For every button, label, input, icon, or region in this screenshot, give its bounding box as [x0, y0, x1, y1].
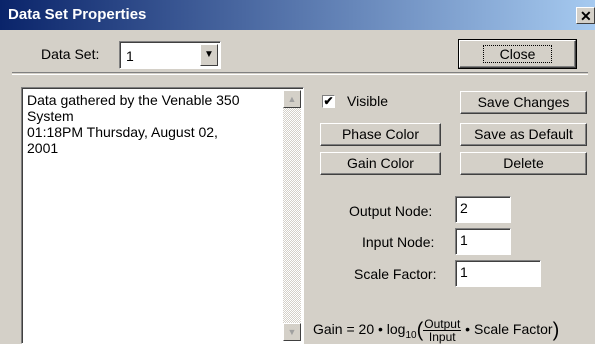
- data-set-dropdown[interactable]: 1 ▼: [119, 41, 221, 69]
- phase-color-button[interactable]: Phase Color: [320, 123, 441, 146]
- scale-factor-input[interactable]: 1: [455, 260, 541, 287]
- dialog-window: Data Set Properties ✕ Data Set: 1 ▼ Clos…: [0, 0, 595, 344]
- scroll-up-icon[interactable]: ▲: [283, 90, 301, 108]
- formula-denominator: Input: [428, 330, 456, 344]
- formula-close-paren: ): [552, 319, 560, 342]
- description-line: System: [27, 108, 74, 124]
- separator: [12, 72, 588, 75]
- input-node-label: Input Node:: [362, 234, 435, 250]
- data-set-label: Data Set:: [41, 46, 100, 62]
- formula-open-paren: (: [416, 319, 424, 342]
- visible-checkbox[interactable]: ✔: [322, 95, 335, 108]
- gain-color-button[interactable]: Gain Color: [320, 152, 441, 175]
- data-set-value: 1: [126, 48, 134, 64]
- output-node-label: Output Node:: [349, 203, 433, 219]
- close-icon[interactable]: ✕: [576, 7, 595, 24]
- delete-button[interactable]: Delete: [460, 152, 587, 175]
- description-line: 01:18PM Thursday, August 02,: [27, 124, 218, 140]
- output-node-input[interactable]: 2: [455, 196, 511, 223]
- input-node-input[interactable]: 1: [455, 228, 511, 255]
- save-as-default-button[interactable]: Save as Default: [460, 123, 587, 146]
- description-line: 2001: [27, 140, 59, 156]
- close-button[interactable]: Close: [458, 39, 577, 69]
- formula-prefix: Gain = 20 • log: [313, 321, 406, 338]
- close-button-label: Close: [482, 45, 553, 63]
- description-textarea[interactable]: Data gathered by the Venable 350 System …: [21, 87, 304, 344]
- formula-log-base: 10: [405, 330, 417, 342]
- scroll-down-icon[interactable]: ▼: [283, 323, 301, 341]
- scale-factor-label: Scale Factor:: [354, 266, 437, 282]
- description-text: Data gathered by the Venable 350 System …: [27, 92, 240, 156]
- description-line: Data gathered by the Venable 350: [27, 92, 240, 108]
- vertical-scrollbar[interactable]: ▲ ▼: [283, 90, 301, 341]
- formula-fraction: Output Input: [423, 318, 462, 344]
- formula-suffix: • Scale Factor: [461, 321, 553, 338]
- visible-label[interactable]: Visible: [347, 93, 388, 109]
- title-bar[interactable]: Data Set Properties ✕: [0, 0, 595, 30]
- window-title: Data Set Properties: [8, 6, 147, 23]
- gain-formula: Gain = 20 • log10(Output Input • Scale Fa…: [313, 318, 595, 344]
- save-changes-button[interactable]: Save Changes: [460, 91, 587, 114]
- chevron-down-icon[interactable]: ▼: [200, 44, 218, 66]
